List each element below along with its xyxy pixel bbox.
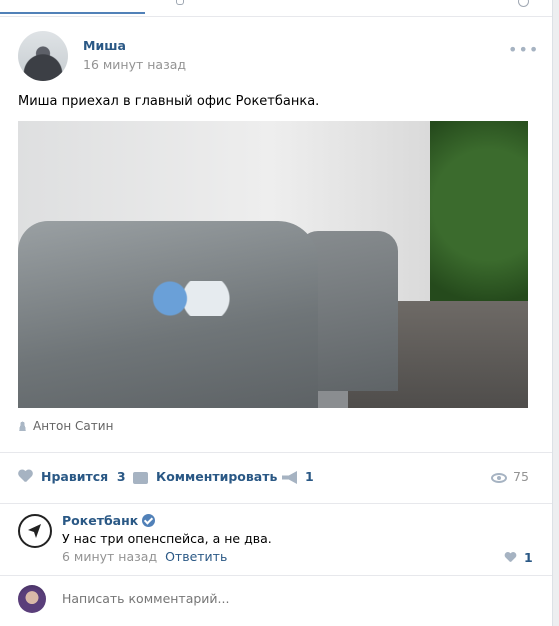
post-text: Миша приехал в главный офис Рокетбанка. [18,94,320,109]
like-button[interactable]: Нравится 3 [18,469,126,484]
comment-like-count: 1 [524,550,533,565]
share-button[interactable]: 1 [282,469,314,484]
post-timestamp[interactable]: 16 минут назад [83,57,186,72]
author-name[interactable]: Миша [83,38,126,53]
tab-settings-icon[interactable] [518,0,529,7]
reply-box [0,576,552,626]
like-count: 3 [116,469,126,484]
reply-link[interactable]: Ответить [165,549,227,564]
commenter-avatar[interactable] [18,514,52,548]
person-icon [18,421,27,431]
comment-icon [133,472,148,484]
tab-icon[interactable] [176,0,184,5]
comment-input[interactable] [62,591,462,606]
heart-icon [18,470,33,484]
comment-meta: 6 минут назад Ответить [62,549,227,564]
megaphone-icon [282,471,297,484]
comment-like-button[interactable]: 1 [503,550,533,565]
commenter-name-label: Рокетбанк [62,513,139,528]
share-count: 1 [305,469,314,484]
photo-author[interactable]: Антон Сатин [18,419,113,433]
verified-icon [142,514,156,527]
comment-item: Рокетбанк У нас три опенспейса, а не два… [0,503,552,576]
photo-author-name: Антон Сатин [33,419,114,433]
post-card: Миша 16 минут назад ••• Миша приехал в г… [0,0,553,626]
commenter-name[interactable]: Рокетбанк [62,513,156,528]
post-actions-bar: Нравится 3 Комментировать 1 75 [0,452,552,504]
more-options-icon[interactable]: ••• [508,40,539,59]
current-user-avatar[interactable] [18,585,46,613]
comment-text: У нас три опенспейса, а не два. [62,531,272,546]
author-avatar[interactable] [18,31,68,81]
rocket-logo-icon [28,524,41,538]
eye-icon [491,473,507,483]
active-tab-indicator[interactable] [0,12,145,14]
views-counter: 75 [491,469,529,484]
like-label: Нравится [41,469,109,484]
top-tabs [0,0,552,17]
comment-label: Комментировать [156,469,278,484]
comment-button[interactable]: Комментировать [133,469,277,484]
views-count: 75 [513,469,529,484]
comment-timestamp[interactable]: 6 минут назад [62,549,157,564]
heart-icon [505,552,517,563]
post-photo[interactable] [18,121,528,408]
